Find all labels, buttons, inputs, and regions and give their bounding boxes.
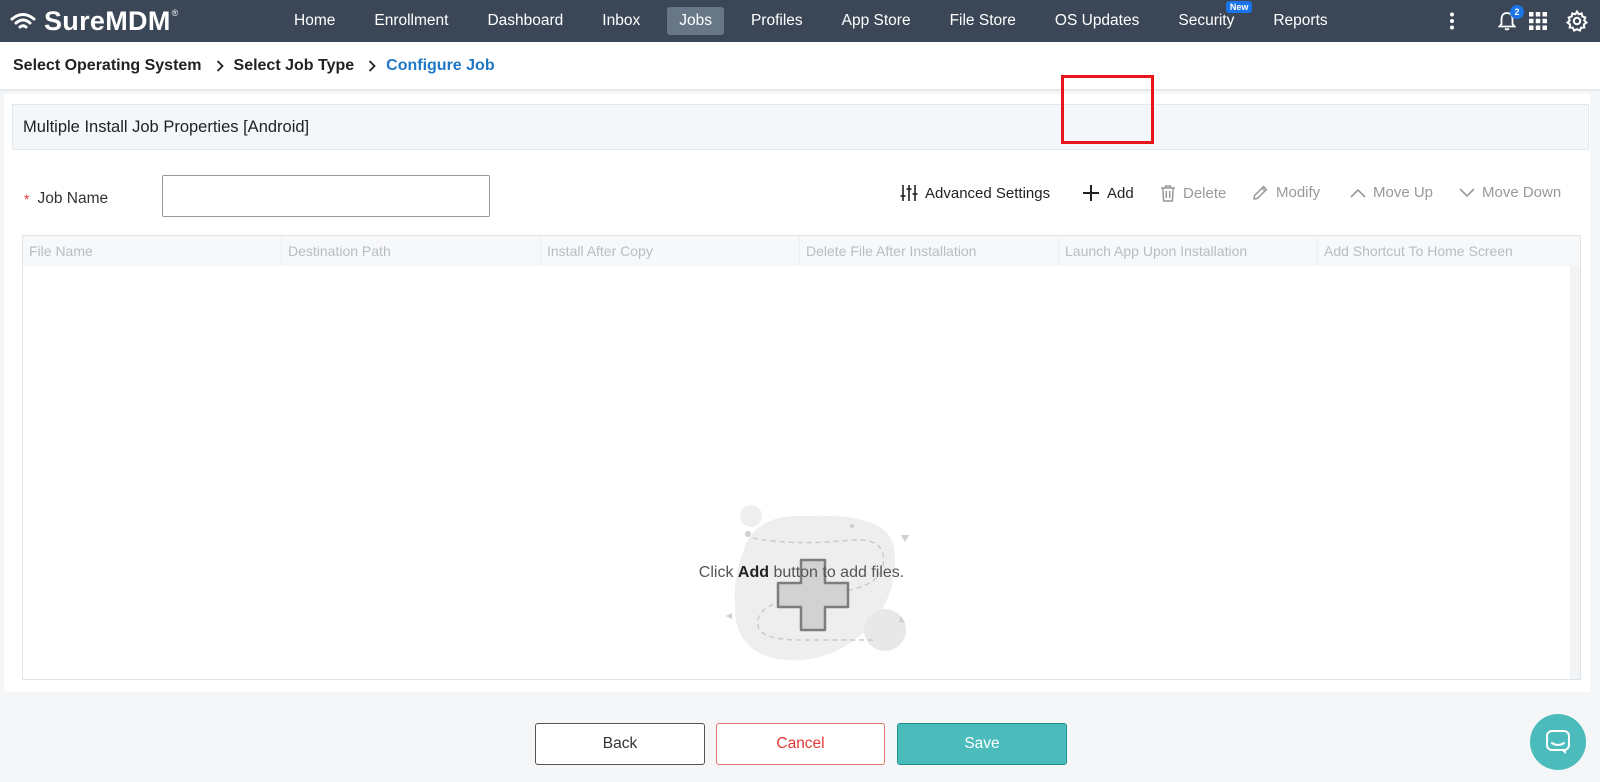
nav-profiles[interactable]: Profiles <box>739 7 815 35</box>
top-navbar: SureMDM ® Home Enrollment Dashboard Inbox… <box>0 0 1600 42</box>
chevron-right-icon <box>368 59 376 72</box>
chevron-up-icon <box>1350 188 1366 198</box>
breadcrumb-configure-job: Configure Job <box>386 56 495 74</box>
app-logo[interactable]: SureMDM ® <box>10 6 179 37</box>
sliders-icon <box>900 185 918 201</box>
apps-grid-icon[interactable] <box>1527 10 1549 32</box>
main-nav: Home Enrollment Dashboard Inbox Jobs Pro… <box>282 0 1355 42</box>
modify-label: Modify <box>1276 184 1321 201</box>
more-vertical-icon[interactable] <box>1441 10 1463 32</box>
chevron-right-icon <box>216 59 224 72</box>
move-down-button[interactable]: Move Down <box>1459 184 1561 201</box>
chevron-down-icon <box>1459 187 1475 197</box>
nav-os-updates[interactable]: OS Updates <box>1043 7 1151 35</box>
file-toolbar: Advanced Settings Add Delete Modify Move… <box>4 168 1590 224</box>
chat-icon <box>1546 730 1570 754</box>
add-label: Add <box>1107 184 1134 202</box>
registered-mark: ® <box>171 8 179 18</box>
breadcrumb: Select Operating System Select Job Type … <box>0 42 1600 91</box>
add-button[interactable]: Add <box>1082 184 1134 202</box>
move-down-label: Move Down <box>1482 184 1562 201</box>
footer-actions: Back Cancel Save <box>0 700 1600 782</box>
nav-home[interactable]: Home <box>282 7 347 35</box>
advanced-settings-button[interactable]: Advanced Settings <box>900 184 1050 202</box>
modify-button[interactable]: Modify <box>1252 184 1320 201</box>
files-table: File Name Destination Path Install After… <box>22 235 1581 680</box>
nav-security[interactable]: Security New <box>1166 1 1253 35</box>
move-up-button[interactable]: Move Up <box>1350 184 1433 201</box>
empty-message-prefix: Click <box>698 564 738 581</box>
delete-button[interactable]: Delete <box>1160 184 1226 202</box>
column-header[interactable]: Install After Copy <box>541 236 800 266</box>
panel-title: Multiple Install Job Properties [Android… <box>12 104 1589 150</box>
column-header[interactable]: Launch App Upon Installation <box>1059 236 1318 266</box>
table-header: File Name Destination Path Install After… <box>23 236 1580 266</box>
column-header[interactable]: Destination Path <box>282 236 541 266</box>
nav-dashboard[interactable]: Dashboard <box>475 7 575 35</box>
nav-inbox[interactable]: Inbox <box>590 7 652 35</box>
empty-message-suffix: button to add files. <box>769 564 905 581</box>
move-up-label: Move Up <box>1373 184 1434 201</box>
plus-icon <box>1083 185 1099 201</box>
column-header[interactable]: File Name <box>23 236 282 266</box>
notification-count-badge: 2 <box>1510 5 1524 19</box>
back-button[interactable]: Back <box>535 723 705 765</box>
nav-enrollment[interactable]: Enrollment <box>362 7 460 35</box>
trash-icon <box>1161 185 1175 202</box>
cancel-button[interactable]: Cancel <box>716 723 885 765</box>
delete-label: Delete <box>1183 184 1227 202</box>
nav-reports[interactable]: Reports <box>1261 7 1339 35</box>
nav-file-store[interactable]: File Store <box>938 7 1028 35</box>
advanced-settings-label: Advanced Settings <box>925 184 1051 202</box>
job-properties-panel: Multiple Install Job Properties [Android… <box>4 94 1590 692</box>
nav-jobs[interactable]: Jobs <box>667 7 724 35</box>
gear-icon[interactable] <box>1566 10 1588 32</box>
column-header[interactable]: Delete File After Installation <box>800 236 1059 266</box>
chat-support-button[interactable] <box>1530 714 1586 770</box>
table-scrollbar[interactable] <box>1570 266 1580 679</box>
bell-icon[interactable]: 2 <box>1496 5 1524 32</box>
wifi-logo-icon <box>10 13 36 29</box>
empty-message-add: Add <box>737 564 769 581</box>
save-button[interactable]: Save <box>897 723 1067 765</box>
nav-app-store[interactable]: App Store <box>830 7 923 35</box>
breadcrumb-select-job-type[interactable]: Select Job Type <box>234 57 355 75</box>
empty-state-message: Click Add button to add files. <box>23 564 1580 582</box>
logo-text: SureMDM <box>44 5 171 36</box>
new-badge: New <box>1225 1 1253 13</box>
add-button-highlight <box>1061 75 1154 144</box>
empty-state-add-illustration-icon <box>713 498 913 673</box>
breadcrumb-select-os[interactable]: Select Operating System <box>13 57 202 75</box>
pencil-icon <box>1253 185 1268 200</box>
nav-security-label: Security <box>1178 12 1235 29</box>
column-header[interactable]: Add Shortcut To Home Screen <box>1318 236 1577 266</box>
